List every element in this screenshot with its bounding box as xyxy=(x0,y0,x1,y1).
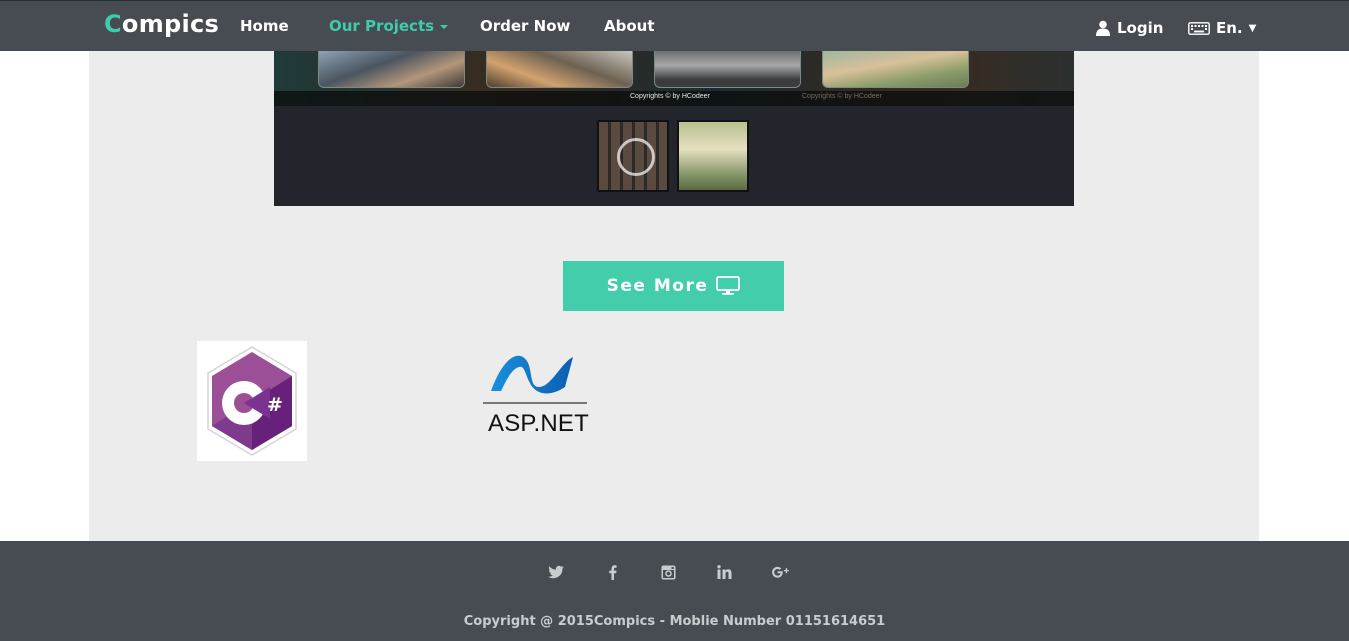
slider-preview-strip: Copyrights © by HCodeer Copyrights © by … xyxy=(274,51,1074,106)
slide-caption: Copyrights © by HCodeer xyxy=(630,93,710,100)
brand-logo[interactable]: Compics xyxy=(104,10,219,38)
linkedin-icon[interactable] xyxy=(717,565,732,583)
login-link[interactable]: Login xyxy=(1096,19,1163,37)
caret-down-icon: ▼ xyxy=(1248,22,1257,34)
csharp-logo: # xyxy=(197,341,307,461)
slide-image[interactable] xyxy=(822,51,969,88)
language-label: En. xyxy=(1216,19,1243,37)
footer-copyright: Copyright @ 2015Compics - Moblie Number … xyxy=(463,614,886,629)
keyboard-icon xyxy=(1188,21,1210,35)
slide-image[interactable] xyxy=(654,51,801,88)
nav-our-projects[interactable]: Our Projects xyxy=(329,17,449,35)
aspnet-label: ASP.NET xyxy=(488,410,589,437)
user-icon xyxy=(1096,20,1110,36)
aspnet-logo: ASP.NET xyxy=(481,347,591,447)
top-navbar: Compics Home Our Projects Order Now Abou… xyxy=(0,0,1349,51)
instagram-icon[interactable] xyxy=(661,565,676,584)
google-plus-icon[interactable] xyxy=(772,565,790,584)
footer: Copyright @ 2015Compics - Moblie Number … xyxy=(0,541,1349,641)
csharp-hexagon-icon: # xyxy=(207,346,297,456)
aspnet-divider xyxy=(483,402,587,404)
slide-caption-faint: Copyrights © by HCodeer xyxy=(802,93,882,100)
slider-thumbnail[interactable] xyxy=(597,120,669,192)
twitter-icon[interactable] xyxy=(548,565,564,583)
slide-caption-bar: Copyrights © by HCodeer Copyrights © by … xyxy=(274,91,1074,106)
see-more-button[interactable]: See More xyxy=(563,261,784,311)
slider-thumbnail[interactable] xyxy=(677,120,749,192)
nav-home[interactable]: Home xyxy=(240,17,289,35)
nav-about[interactable]: About xyxy=(604,17,655,35)
brand-logo-first-letter: C xyxy=(104,10,122,38)
nav-order-now[interactable]: Order Now xyxy=(480,17,570,35)
see-more-label: See More xyxy=(606,276,709,296)
csharp-symbol: # xyxy=(267,394,283,416)
chevron-down-icon xyxy=(440,24,449,29)
facebook-icon[interactable] xyxy=(608,565,617,584)
aspnet-wave-icon xyxy=(491,355,573,394)
main-content: Copyrights © by HCodeer Copyrights © by … xyxy=(89,51,1259,541)
login-label: Login xyxy=(1117,19,1164,37)
project-slider: Copyrights © by HCodeer Copyrights © by … xyxy=(274,51,1074,206)
slide-image[interactable] xyxy=(486,51,633,88)
nav-our-projects-label: Our Projects xyxy=(329,17,435,35)
language-selector[interactable]: En. ▼ xyxy=(1188,19,1256,37)
brand-logo-text: ompics xyxy=(121,10,220,38)
monitor-icon xyxy=(716,276,741,295)
slide-image[interactable] xyxy=(318,51,465,88)
